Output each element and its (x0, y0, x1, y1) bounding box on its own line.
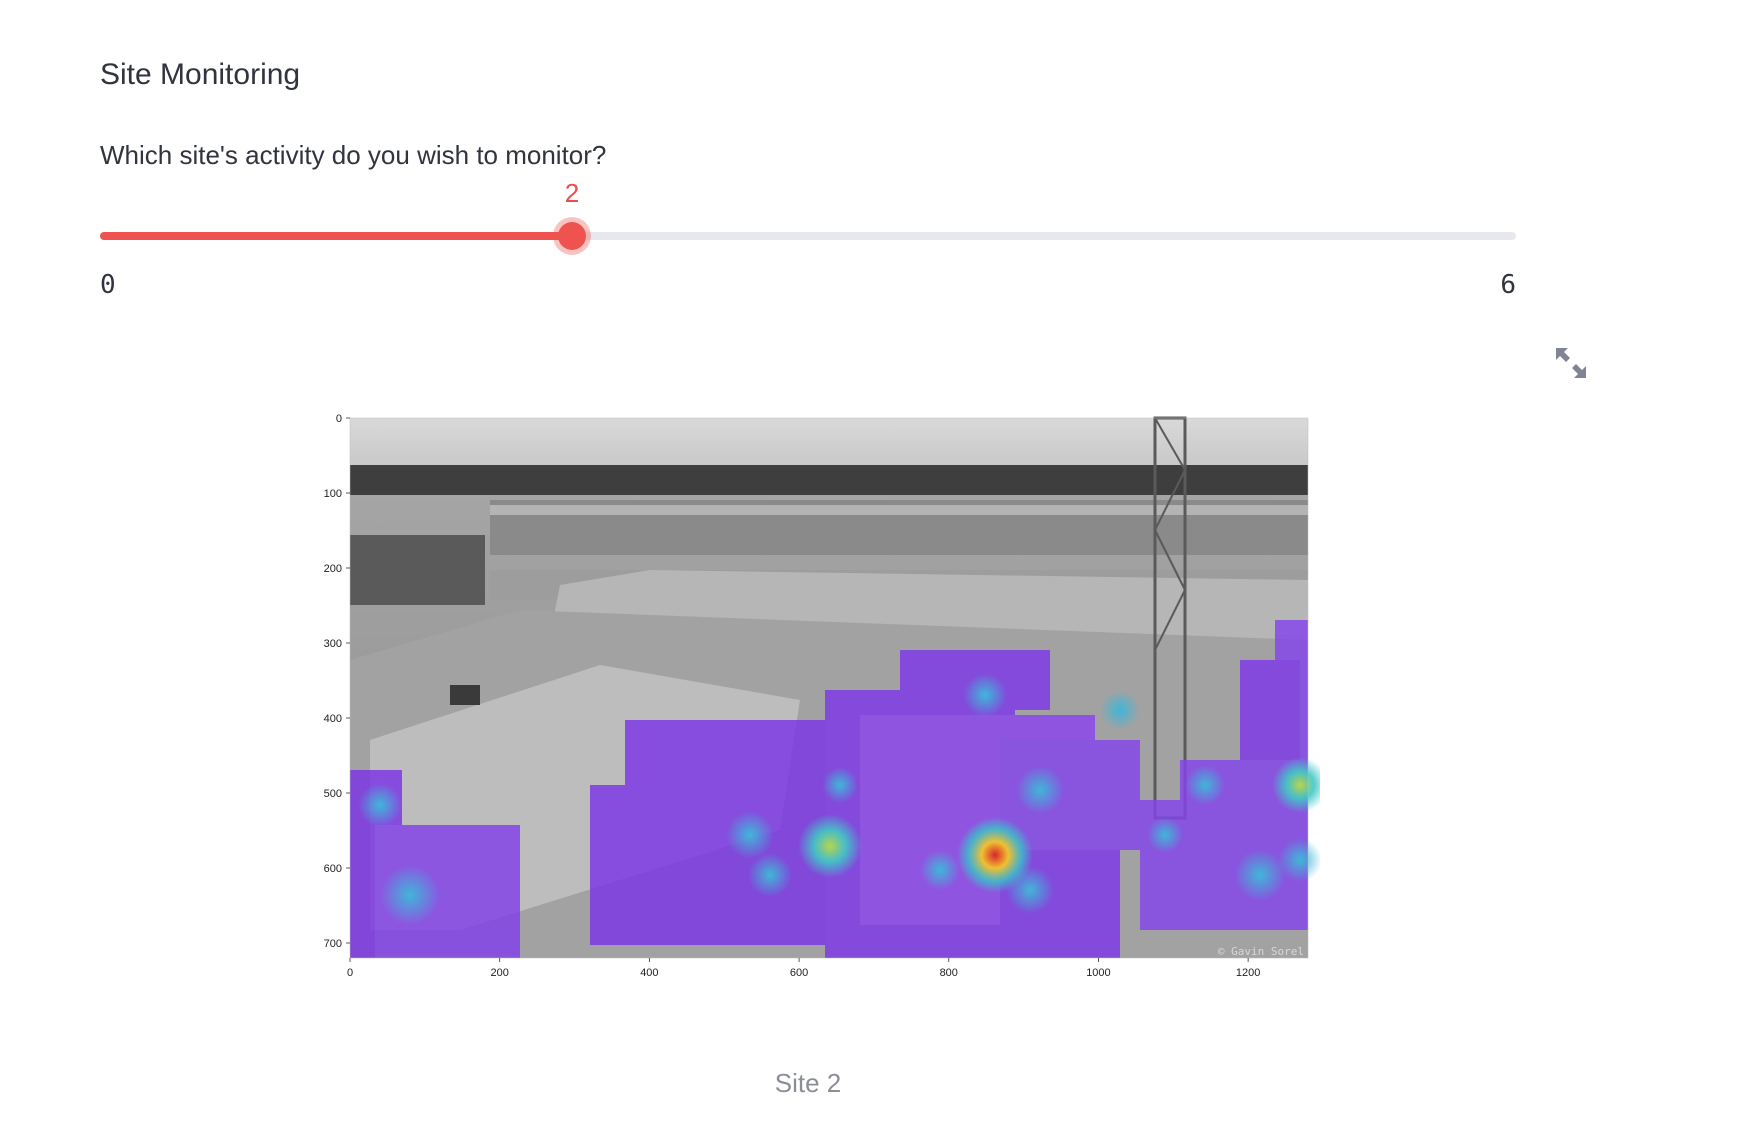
slider-fill (100, 232, 572, 240)
y-tick-label: 100 (324, 488, 342, 500)
slider-track[interactable] (100, 232, 1516, 240)
slider-value: 2 (564, 178, 580, 208)
heatmap-figure: © Gavin Sorel 0 200 400 600 800 1000 1200 0 100… (300, 410, 1328, 995)
x-tick-label: 200 (491, 967, 509, 979)
y-tick-label: 700 (324, 938, 342, 950)
y-tick-label: 500 (324, 788, 342, 800)
slider-label: Which site's activity do you wish to mon… (100, 140, 607, 170)
x-axis: 0 200 400 600 800 1000 1200 (347, 958, 1260, 979)
slider-thumb[interactable] (558, 222, 586, 250)
site-slider[interactable]: 2 0 6 (100, 178, 1516, 300)
fullscreen-expand-icon[interactable] (1554, 346, 1588, 380)
y-tick-label: 600 (324, 863, 342, 875)
slider-min-label: 0 (100, 270, 116, 300)
x-tick-label: 1000 (1086, 967, 1110, 979)
slider-max-label: 6 (1500, 270, 1516, 300)
y-tick-label: 0 (336, 413, 342, 425)
x-tick-label: 400 (640, 967, 658, 979)
x-tick-label: 600 (790, 967, 808, 979)
y-tick-label: 300 (324, 638, 342, 650)
y-axis: 0 100 200 300 400 500 600 700 (324, 413, 350, 950)
y-tick-label: 200 (324, 563, 342, 575)
watermark: © Gavin Sorel (1218, 945, 1304, 958)
x-tick-label: 0 (347, 967, 353, 979)
x-tick-label: 1200 (1236, 967, 1260, 979)
x-tick-label: 800 (940, 967, 958, 979)
y-tick-label: 400 (324, 713, 342, 725)
image-caption: Site 2 (774, 1068, 842, 1098)
page-title: Site Monitoring (100, 58, 301, 91)
